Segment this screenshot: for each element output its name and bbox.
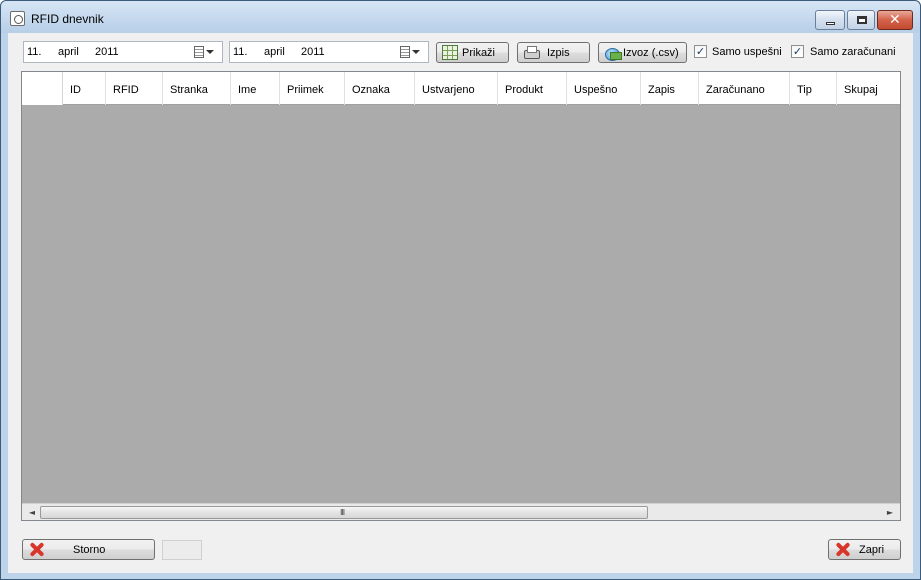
red-x-icon [28,542,44,557]
column-header-ustvarjeno[interactable]: Ustvarjeno [415,72,498,105]
grid-header-row: ID RFID Stranka Ime Priimek Oznaka Ustva… [22,72,900,105]
column-header-produkt[interactable]: Produkt [498,72,567,105]
cancel-storno-button[interactable]: Storno [22,539,155,560]
only-billed-checkbox[interactable]: ✓ [791,45,804,58]
export-csv-button[interactable]: Izvoz (.csv) [598,42,687,63]
date-from-month[interactable]: april [58,46,79,58]
show-button-label: Prikaži [462,47,496,59]
close-window-button[interactable]: ✕ [877,10,913,30]
column-header-priimek[interactable]: Priimek [280,72,345,105]
status-box [162,540,202,560]
column-header-ime[interactable]: Ime [231,72,280,105]
date-from-day[interactable]: 11. [27,46,41,58]
client-area: 11. april 2011 11. april 2011 Prikaži Iz… [8,33,913,573]
export-button-label: Izvoz (.csv) [623,47,679,59]
calendar-icon [194,46,204,58]
calendar-dropdown-button[interactable] [194,46,216,59]
close-button[interactable]: Zapri [828,539,901,560]
export-icon [604,45,622,61]
printer-icon [523,45,540,60]
close-button-label: Zapri [859,544,885,556]
calendar-dropdown-button[interactable] [400,46,422,59]
horizontal-scrollbar[interactable]: ◄ III ► [22,503,900,520]
column-header-skupaj[interactable]: Skupaj [837,72,900,105]
close-icon: ✕ [889,12,901,28]
date-from-year[interactable]: 2011 [95,46,119,58]
print-button-label: Izpis [547,47,570,59]
maximize-button[interactable] [847,10,875,30]
app-icon [10,11,25,26]
only-successful-checkbox[interactable]: ✓ [694,45,707,58]
table-icon [442,45,458,60]
column-header-stranka[interactable]: Stranka [163,72,231,105]
calendar-icon [400,46,410,58]
date-from-picker[interactable]: 11. april 2011 [23,41,223,63]
red-x-icon [834,542,850,557]
date-to-month[interactable]: april [264,46,285,58]
date-to-picker[interactable]: 11. april 2011 [229,41,429,63]
maximize-icon [857,16,867,24]
column-header-rfid[interactable]: RFID [106,72,163,105]
date-to-year[interactable]: 2011 [301,46,325,58]
select-all-corner[interactable] [22,72,63,105]
date-to-day[interactable]: 11. [233,46,247,58]
minimize-button[interactable] [815,10,845,30]
column-header-oznaka[interactable]: Oznaka [345,72,415,105]
scrollbar-grip-icon: III [340,508,345,517]
column-header-zapis[interactable]: Zapis [641,72,699,105]
chevron-down-icon [412,50,420,54]
scroll-left-arrow-icon[interactable]: ◄ [24,506,40,519]
cancel-button-label: Storno [73,544,106,556]
show-button[interactable]: Prikaži [436,42,509,63]
rfid-log-window: RFID dnevnik ✕ 11. april 2011 11. april … [0,0,921,580]
column-header-zaracunano[interactable]: Zaračunano [699,72,790,105]
print-button[interactable]: Izpis [517,42,590,63]
title-bar[interactable]: RFID dnevnik ✕ [1,1,920,33]
only-successful-label[interactable]: Samo uspešni [712,46,782,58]
column-header-id[interactable]: ID [63,72,106,105]
window-title: RFID dnevnik [31,12,104,26]
scrollbar-thumb[interactable]: III [40,506,648,519]
column-header-uspesno[interactable]: Uspešno [567,72,641,105]
column-header-tip[interactable]: Tip [790,72,837,105]
minimize-icon [826,22,835,25]
log-data-grid[interactable]: ID RFID Stranka Ime Priimek Oznaka Ustva… [21,71,901,521]
only-billed-label[interactable]: Samo zaračunani [810,46,896,58]
scroll-right-arrow-icon[interactable]: ► [882,506,898,519]
chevron-down-icon [206,50,214,54]
